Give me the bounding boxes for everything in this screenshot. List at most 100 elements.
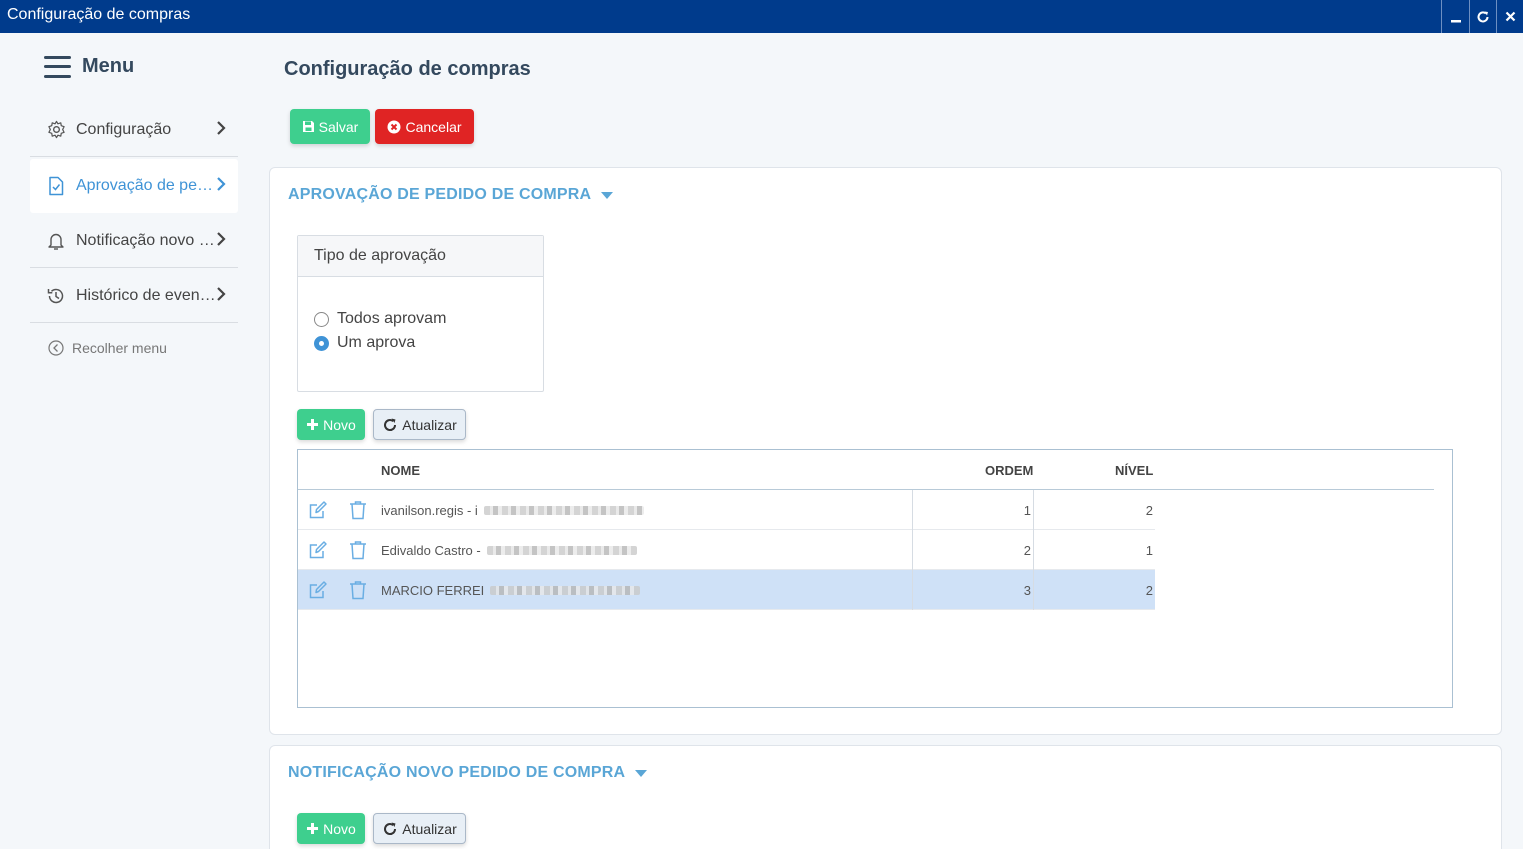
minimize-icon [1450, 19, 1461, 22]
cell-nivel: 2 [1145, 582, 1153, 598]
delete-button[interactable] [346, 490, 370, 530]
redacted-email [483, 505, 644, 515]
edit-icon [309, 501, 327, 519]
table-row-selected[interactable]: MARCIO FERREI 3 2 [298, 570, 1155, 610]
save-label: Salvar [318, 118, 359, 135]
file-check-icon [46, 176, 66, 196]
radio-button[interactable] [314, 311, 329, 327]
sidebar-item-label: Aprovação de pedido de compra [76, 177, 216, 194]
plus-icon [307, 419, 319, 430]
chevron-right-icon [217, 121, 226, 135]
cell-nivel: 1 [1145, 542, 1153, 558]
approver-name: MARCIO FERREI [381, 582, 485, 598]
approval-section-header[interactable]: APROVAÇÃO DE PEDIDO DE COMPRA [288, 186, 614, 204]
bell-icon [46, 231, 66, 251]
sidebar-item-configuracao[interactable]: Configuração [30, 103, 238, 157]
column-header-nome[interactable]: NOME [381, 463, 420, 478]
sidebar-item-aprovacao[interactable]: Aprovação de pedido de compra [30, 159, 238, 213]
trash-icon [350, 501, 366, 520]
floppy-icon [302, 121, 314, 132]
chevron-right-icon [217, 232, 226, 246]
column-header-nivel[interactable]: NÍVEL [1115, 463, 1153, 478]
table-row[interactable]: Edivaldo Castro - 2 1 [298, 530, 1155, 570]
new-approver-button[interactable]: Novo [297, 409, 365, 440]
table-header: NOME ORDEM NÍVEL [298, 450, 1434, 490]
edit-button[interactable] [306, 490, 330, 530]
history-icon [46, 286, 66, 306]
notification-section: NOTIFICAÇÃO NOVO PEDIDO DE COMPRA Novo A… [269, 745, 1502, 849]
refresh-label: Atualizar [402, 820, 457, 837]
radio-label: Um aprova [337, 334, 416, 351]
refresh-icon [384, 822, 397, 835]
cell-nome: ivanilson.regis - i [378, 490, 913, 530]
refresh-icon [384, 418, 397, 431]
window-title: Configuração de compras [7, 6, 191, 23]
cell-ordem: 3 [913, 570, 1034, 610]
redacted-email [486, 545, 637, 555]
radio-todos-aprovam[interactable]: Todos aprovam [314, 310, 446, 328]
sidebar-item-historico[interactable]: Histórico de eventos [30, 269, 238, 323]
radio-button[interactable] [314, 335, 329, 351]
notification-section-header[interactable]: NOTIFICAÇÃO NOVO PEDIDO DE COMPRA [288, 764, 648, 782]
collapse-menu-label: Recolher menu [72, 340, 167, 356]
minimize-button[interactable] [1441, 0, 1469, 33]
refresh-window-button[interactable] [1469, 0, 1496, 33]
chevron-right-icon [217, 177, 226, 191]
cell-nivel: 2 [1145, 502, 1153, 518]
chevron-right-icon [217, 287, 226, 301]
radio-um-aprova[interactable]: Um aprova [314, 334, 415, 352]
approver-name: ivanilson.regis - i [381, 502, 478, 518]
new-label: Novo [323, 416, 356, 433]
sidebar-item-label: Notificação novo pedido de compra [76, 231, 216, 249]
approval-type-header: Tipo de aprovação [298, 236, 543, 277]
close-window-button[interactable] [1496, 0, 1523, 33]
close-icon [1505, 11, 1515, 22]
approval-type-box: Tipo de aprovação Todos aprovam Um aprov… [297, 235, 544, 392]
plus-icon [307, 823, 319, 834]
new-label: Novo [323, 820, 356, 837]
edit-button[interactable] [306, 530, 330, 570]
sidebar-item-label: Configuração [76, 120, 172, 138]
edit-button[interactable] [306, 570, 330, 610]
trash-icon [350, 581, 366, 600]
approver-name: Edivaldo Castro - [381, 542, 481, 558]
cell-nome: MARCIO FERREI [378, 570, 913, 610]
delete-button[interactable] [346, 530, 370, 570]
radio-label: Todos aprovam [337, 310, 447, 327]
table-row[interactable]: ivanilson.regis - i 1 2 [298, 490, 1155, 530]
redacted-email [490, 585, 641, 595]
cancel-button[interactable]: Cancelar [375, 109, 474, 144]
sidebar-item-label: Histórico de eventos [76, 286, 216, 304]
approval-section: APROVAÇÃO DE PEDIDO DE COMPRA Tipo de ap… [269, 167, 1502, 735]
new-notification-button[interactable]: Novo [297, 813, 365, 844]
approvers-table: NOME ORDEM NÍVEL ivanilson.regis - i 1 2 [297, 449, 1453, 708]
trash-icon [350, 541, 366, 560]
edit-icon [309, 541, 327, 559]
approval-section-title: APROVAÇÃO DE PEDIDO DE COMPRA [288, 186, 592, 203]
collapse-menu-button[interactable]: Recolher menu [48, 340, 167, 356]
sidebar-item-notificacao[interactable]: Notificação novo pedido de compra [30, 214, 238, 268]
menu-toggle[interactable]: Menu [44, 55, 134, 78]
hamburger-icon [44, 55, 71, 78]
notification-section-title: NOTIFICAÇÃO NOVO PEDIDO DE COMPRA [288, 764, 626, 781]
chevron-left-circle-icon [48, 340, 64, 356]
menu-label: Menu [82, 55, 135, 77]
caret-down-icon [601, 191, 614, 199]
save-button[interactable]: Salvar [290, 109, 370, 144]
edit-icon [309, 581, 327, 599]
refresh-icon [1477, 10, 1489, 22]
cell-ordem: 1 [913, 490, 1034, 530]
cancel-label: Cancelar [405, 118, 462, 135]
refresh-approvers-button[interactable]: Atualizar [373, 409, 466, 440]
window-titlebar: Configuração de compras [0, 0, 1523, 33]
refresh-label: Atualizar [402, 416, 457, 433]
cell-nome: Edivaldo Castro - [378, 530, 913, 570]
cell-ordem: 2 [913, 530, 1034, 570]
delete-button[interactable] [346, 570, 370, 610]
column-header-ordem[interactable]: ORDEM [985, 463, 1033, 478]
gear-icon [46, 120, 66, 140]
page-title: Configuração de compras [284, 58, 531, 80]
refresh-notifications-button[interactable]: Atualizar [373, 813, 466, 844]
caret-down-icon [635, 769, 648, 777]
x-circle-icon [387, 120, 401, 133]
